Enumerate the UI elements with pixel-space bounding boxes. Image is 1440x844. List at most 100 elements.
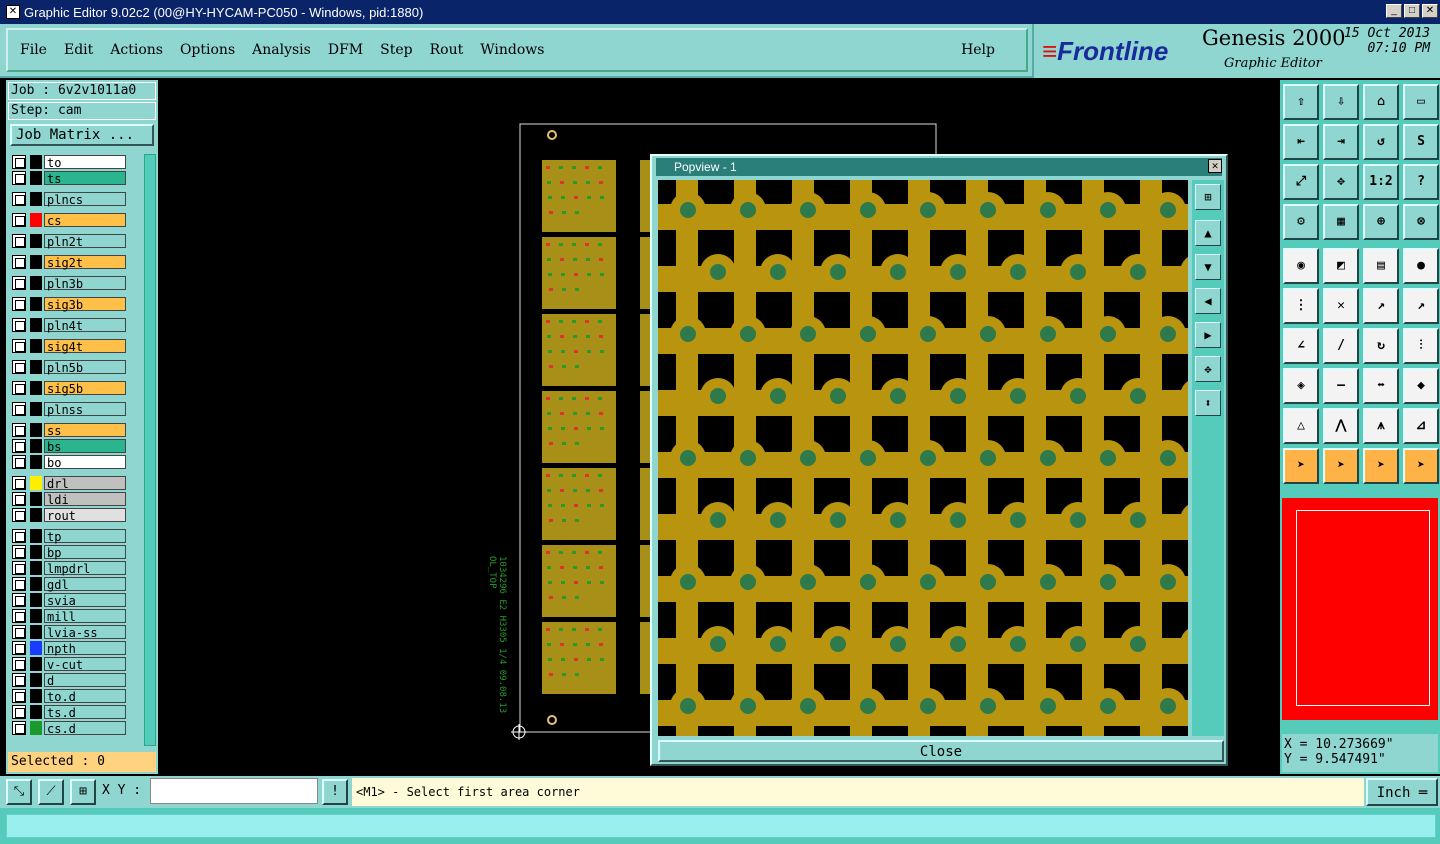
layer-row-cs.d[interactable]: cs.d [8,720,130,736]
layer-row-sig5b[interactable]: sig5b [8,380,130,396]
layer-color-swatch[interactable] [30,191,42,206]
layer-checkbox[interactable] [12,233,26,248]
menu-help[interactable]: Help [961,42,995,58]
layer-row-tp[interactable]: tp [8,528,130,544]
layer-row-cs[interactable]: cs [8,212,130,228]
layer-row-pln3b[interactable]: pln3b [8,275,130,291]
layer-color-swatch[interactable] [30,720,42,735]
layer-color-swatch[interactable] [30,475,42,490]
layer-color-swatch[interactable] [30,454,42,469]
layer-color-swatch[interactable] [30,560,42,575]
layer-checkbox[interactable] [12,672,26,687]
layer-row-d[interactable]: d [8,672,130,688]
layer-checkbox[interactable] [12,401,26,416]
layer-checkbox[interactable] [12,212,26,227]
menu-step[interactable]: Step [380,42,412,58]
layer-scrollbar[interactable] [144,154,156,746]
layer-checkbox[interactable] [12,438,26,453]
layer-color-swatch[interactable] [30,275,42,290]
layer-checkbox[interactable] [12,275,26,290]
layer-color-swatch[interactable] [30,592,42,607]
layer-row-pln2t[interactable]: pln2t [8,233,130,249]
pan-right-icon[interactable]: ▶ [1195,322,1221,348]
fit-icon[interactable]: ⤢ [1283,164,1319,200]
layer-checkbox[interactable] [12,170,26,185]
layer-row-to[interactable]: to [8,154,130,170]
layer-color-swatch[interactable] [30,672,42,687]
pad-icon[interactable]: ◉ [1283,248,1319,284]
layer-color-swatch[interactable] [30,528,42,543]
center-icon[interactable]: ✥ [1323,164,1359,200]
pan-down-icon[interactable]: ▼ [1195,254,1221,280]
export-icon[interactable]: ⇥ [1323,124,1359,160]
layer-color-swatch[interactable] [30,491,42,506]
layer-row-pln5b[interactable]: pln5b [8,359,130,375]
job-matrix-button[interactable]: Job Matrix ... [10,124,154,146]
layer-row-ss[interactable]: ss [8,422,130,438]
layer-checkbox[interactable] [12,640,26,655]
flag-icon[interactable]: ◩ [1323,248,1359,284]
compare-icon[interactable]: ⫶ [1403,328,1439,364]
layer-checkbox[interactable] [12,688,26,703]
home-icon[interactable]: ⌂ [1363,84,1399,120]
layer-checkbox[interactable] [12,576,26,591]
menu-rout[interactable]: Rout [430,42,464,58]
layer-color-swatch[interactable] [30,296,42,311]
shape-icon[interactable]: ◈ [1283,368,1319,404]
popview-canvas[interactable] [658,180,1188,736]
menu-options[interactable]: Options [180,42,235,58]
layer-row-sig2t[interactable]: sig2t [8,254,130,270]
layer-color-swatch[interactable] [30,608,42,623]
layer-row-lmpdrl[interactable]: lmpdrl [8,560,130,576]
layer-checkbox[interactable] [12,254,26,269]
unit-selector[interactable]: Inch ═ [1366,778,1438,806]
arrow-up-icon[interactable]: ⩚ [1363,408,1399,444]
layer-row-npth[interactable]: npth [8,640,130,656]
zoom-fit-icon[interactable]: ⊞ [1195,184,1221,210]
minimize-button[interactable]: _ [1386,4,1402,18]
redo-icon[interactable]: S [1403,124,1439,160]
layer-row-bp[interactable]: bp [8,544,130,560]
popview-close-button[interactable]: Close [658,740,1224,762]
xy-input[interactable] [150,778,318,804]
layer-checkbox[interactable] [12,359,26,374]
layer-color-swatch[interactable] [30,688,42,703]
layer-color-swatch[interactable] [30,656,42,671]
layer-checkbox[interactable] [12,422,26,437]
layer-row-bo[interactable]: bo [8,454,130,470]
layer-row-mill[interactable]: mill [8,608,130,624]
slash-icon[interactable]: / [1323,328,1359,364]
group-icon[interactable]: ◆ [1403,368,1439,404]
layer-row-sig3b[interactable]: sig3b [8,296,130,312]
layer-row-drl[interactable]: drl [8,475,130,491]
layer-checkbox[interactable] [12,624,26,639]
layer-color-swatch[interactable] [30,254,42,269]
layers-icon[interactable]: ⊕ [1363,204,1399,240]
layer-checkbox[interactable] [12,338,26,353]
layer-row-gdl[interactable]: gdl [8,576,130,592]
menu-edit[interactable]: Edit [64,42,93,58]
menu-analysis[interactable]: Analysis [252,42,311,58]
layer-color-swatch[interactable] [30,233,42,248]
layer-checkbox[interactable] [12,720,26,735]
layer-checkbox[interactable] [12,475,26,490]
layer-checkbox[interactable] [12,317,26,332]
circle-icon[interactable]: ● [1403,248,1439,284]
layer-color-swatch[interactable] [30,704,42,719]
layer-color-swatch[interactable] [30,438,42,453]
pan-left-icon[interactable]: ◀ [1195,288,1221,314]
select-box-icon[interactable]: ➤ [1323,448,1359,484]
undo-icon[interactable]: ↺ [1363,124,1399,160]
maximize-button[interactable]: □ [1404,4,1420,18]
grid-icon[interactable]: ▦ [1323,204,1359,240]
layer-color-swatch[interactable] [30,401,42,416]
layer-color-swatch[interactable] [30,507,42,522]
ruler-icon[interactable]: ▤ [1363,248,1399,284]
layer-checkbox[interactable] [12,704,26,719]
popview-close-icon[interactable]: ✕ [1208,159,1222,173]
layer-checkbox[interactable] [12,656,26,671]
window-icon[interactable]: ▭ [1403,84,1439,120]
layer-row-rout[interactable]: rout [8,507,130,523]
layer-row-svia[interactable]: svia [8,592,130,608]
filter-icon[interactable]: ⊗ [1403,204,1439,240]
